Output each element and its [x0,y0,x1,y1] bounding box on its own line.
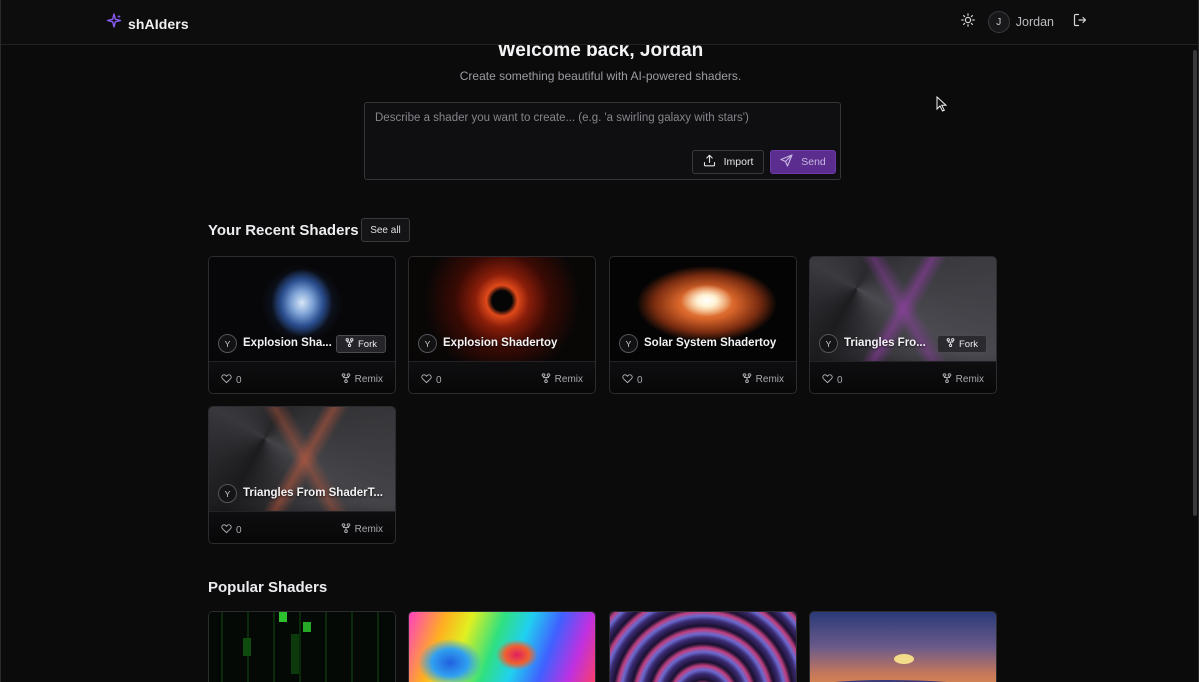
shader-title: Explosion Shadertoy [443,337,558,349]
shader-prompt-input[interactable] [365,103,840,147]
user-avatar[interactable]: J [987,11,1010,33]
card-footer: 0 Remix [409,361,595,393]
sun-icon [960,12,975,32]
see-all-button[interactable]: See all [361,218,410,242]
remix-icon [942,373,952,386]
shader-thumbnail [209,612,395,682]
popular-shaders-title: Popular Shaders [208,579,328,596]
remix-button[interactable]: Remix [541,373,583,386]
fork-button[interactable]: Fork [937,335,987,353]
fork-label: Fork [358,338,377,350]
shader-card[interactable]: Y Explosion Shadertoy 0 Remix [408,256,596,394]
author-avatar: Y [418,334,437,353]
heart-icon [622,373,633,387]
import-label: Import [723,156,754,168]
shader-card[interactable]: Y Triangles From ShaderT... 0 Remix [208,406,396,544]
remix-button[interactable]: Remix [742,373,784,386]
fork-button[interactable]: Fork [336,335,386,353]
remix-button[interactable]: Remix [341,523,383,536]
remix-icon [742,373,752,386]
remix-label: Remix [354,524,383,535]
author-avatar: Y [619,334,638,353]
like-count: 0 [637,374,643,386]
heart-icon [221,523,232,537]
remix-label: Remix [755,374,784,385]
mouse-cursor-icon [936,95,948,117]
card-footer: 0 Remix [610,361,796,393]
page-scrollbar[interactable] [1193,50,1197,516]
like-count: 0 [236,374,242,386]
logout-icon [1073,13,1087,32]
author-avatar: Y [218,484,237,503]
card-footer: 0 Remix [209,361,395,393]
upload-icon [703,154,716,170]
like-count: 0 [236,524,242,536]
shader-card[interactable]: Y Explosion Sha... Fork 0 Remix [208,256,396,394]
fork-icon [946,338,955,350]
top-header: shAIders J Jordan [1,0,1198,45]
shader-title: Solar System Shadertoy [644,337,777,349]
send-icon [780,154,793,170]
heart-icon [221,373,232,387]
popular-shader-card[interactable] [609,611,797,682]
remix-button[interactable]: Remix [942,373,984,386]
like-count: 0 [436,374,442,386]
remix-button[interactable]: Remix [341,373,383,386]
heart-icon [822,373,833,387]
author-avatar: Y [819,334,838,353]
theme-toggle-button[interactable] [956,10,980,34]
logout-button[interactable] [1068,10,1092,34]
card-footer: 0 Remix [810,361,996,393]
shader-title: Triangles From ShaderT... [243,487,383,499]
popular-shader-card[interactable] [408,611,596,682]
recent-shaders-title: Your Recent Shaders [208,222,359,239]
send-button[interactable]: Send [770,150,836,174]
shader-thumbnail [409,612,595,682]
remix-icon [341,373,351,386]
app-name: shAIders [128,15,189,32]
shader-thumbnail [610,612,796,682]
shader-thumbnail [810,612,996,682]
prompt-box: Import Send [364,102,841,180]
like-button[interactable]: 0 [221,373,242,387]
popular-shader-card[interactable] [208,611,396,682]
shader-card[interactable]: Y Triangles Fro... Fork 0 Remix [809,256,997,394]
import-button[interactable]: Import [692,150,764,174]
app-page: shAIders J Jordan Welcome back, Jordan C… [0,0,1199,682]
header-actions: J Jordan [956,10,1092,34]
shader-card[interactable]: Y Solar System Shadertoy 0 Remix [609,256,797,394]
fork-label: Fork [959,338,978,350]
author-avatar: Y [218,334,237,353]
welcome-section: Welcome back, Jordan Create something be… [1,40,1198,83]
welcome-subtitle: Create something beautiful with AI-power… [459,69,742,83]
popular-shader-card[interactable] [809,611,997,682]
shader-title: Triangles Fro... [844,337,926,349]
like-button[interactable]: 0 [822,373,843,387]
card-footer: 0 Remix [209,511,395,543]
remix-label: Remix [955,374,984,385]
like-button[interactable]: 0 [421,373,442,387]
remix-icon [541,373,551,386]
like-count: 0 [837,374,843,386]
user-name[interactable]: Jordan [1016,15,1054,29]
remix-icon [341,523,351,536]
like-button[interactable]: 0 [221,523,242,537]
remix-label: Remix [554,374,583,385]
logo[interactable]: shAIders [106,13,189,34]
sparkles-icon [106,13,122,34]
fork-icon [345,338,354,350]
shader-title: Explosion Sha... [243,337,332,349]
heart-icon [421,373,432,387]
send-label: Send [801,156,826,168]
like-button[interactable]: 0 [622,373,643,387]
remix-label: Remix [354,374,383,385]
